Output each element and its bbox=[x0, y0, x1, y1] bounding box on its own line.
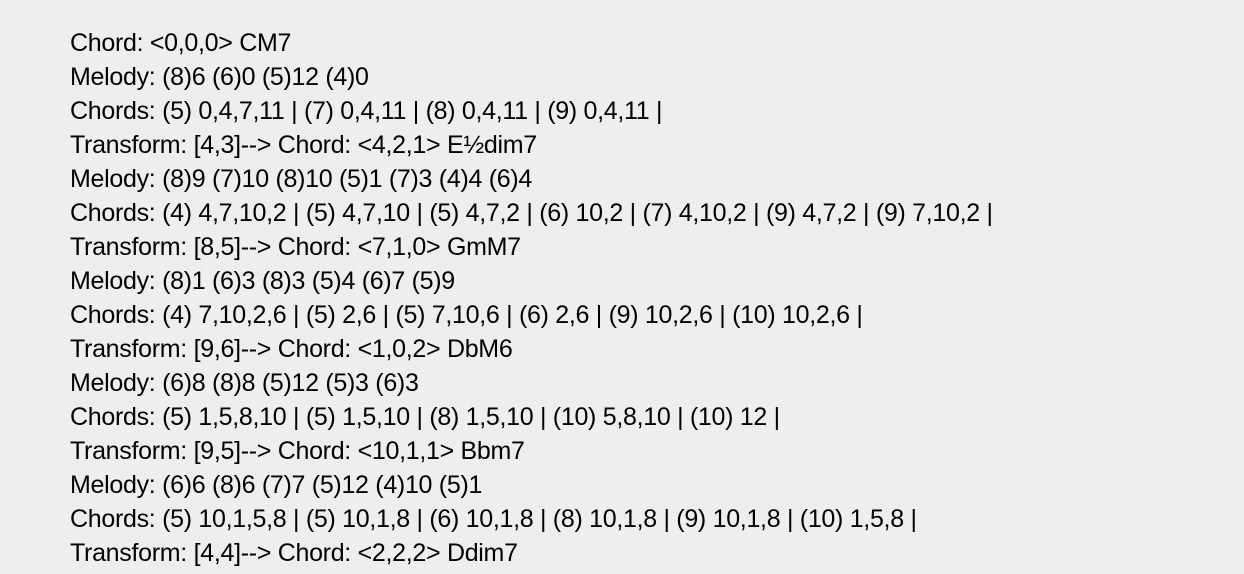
melody-line: Melody: (8)6 (6)0 (5)12 (4)0 bbox=[70, 63, 369, 91]
melody-line: Melody: (8)9 (7)10 (8)10 (5)1 (7)3 (4)4 … bbox=[70, 165, 532, 193]
chords-line: Chords: (5) 10,1,5,8 | (5) 10,1,8 | (6) … bbox=[70, 505, 917, 533]
transform-line: Transform: [9,6]--> Chord: <1,0,2> DbM6 bbox=[70, 335, 513, 363]
melody-line: Melody: (8)1 (6)3 (8)3 (5)4 (6)7 (5)9 bbox=[70, 267, 455, 295]
chord-line: Chord: <0,0,0> CM7 bbox=[70, 29, 292, 57]
transform-line: Transform: [4,4]--> Chord: <2,2,2> Ddim7 bbox=[70, 539, 518, 567]
transform-line: Transform: [9,5]--> Chord: <10,1,1> Bbm7 bbox=[70, 437, 525, 465]
chords-line: Chords: (4) 4,7,10,2 | (5) 4,7,10 | (5) … bbox=[70, 199, 993, 227]
transform-line: Transform: [8,5]--> Chord: <7,1,0> GmM7 bbox=[70, 233, 521, 261]
transform-line: Transform: [4,3]--> Chord: <4,2,1> E½dim… bbox=[70, 131, 537, 159]
chords-line: Chords: (4) 7,10,2,6 | (5) 2,6 | (5) 7,1… bbox=[70, 301, 863, 329]
chords-line: Chords: (5) 1,5,8,10 | (5) 1,5,10 | (8) … bbox=[70, 403, 780, 431]
melody-line: Melody: (6)6 (8)6 (7)7 (5)12 (4)10 (5)1 bbox=[70, 471, 483, 499]
output-text: Chord: <0,0,0> CM7 Melody: (8)6 (6)0 (5)… bbox=[70, 26, 1240, 570]
chords-line: Chords: (5) 0,4,7,11 | (7) 0,4,11 | (8) … bbox=[70, 97, 663, 125]
melody-line: Melody: (6)8 (8)8 (5)12 (5)3 (6)3 bbox=[70, 369, 419, 397]
